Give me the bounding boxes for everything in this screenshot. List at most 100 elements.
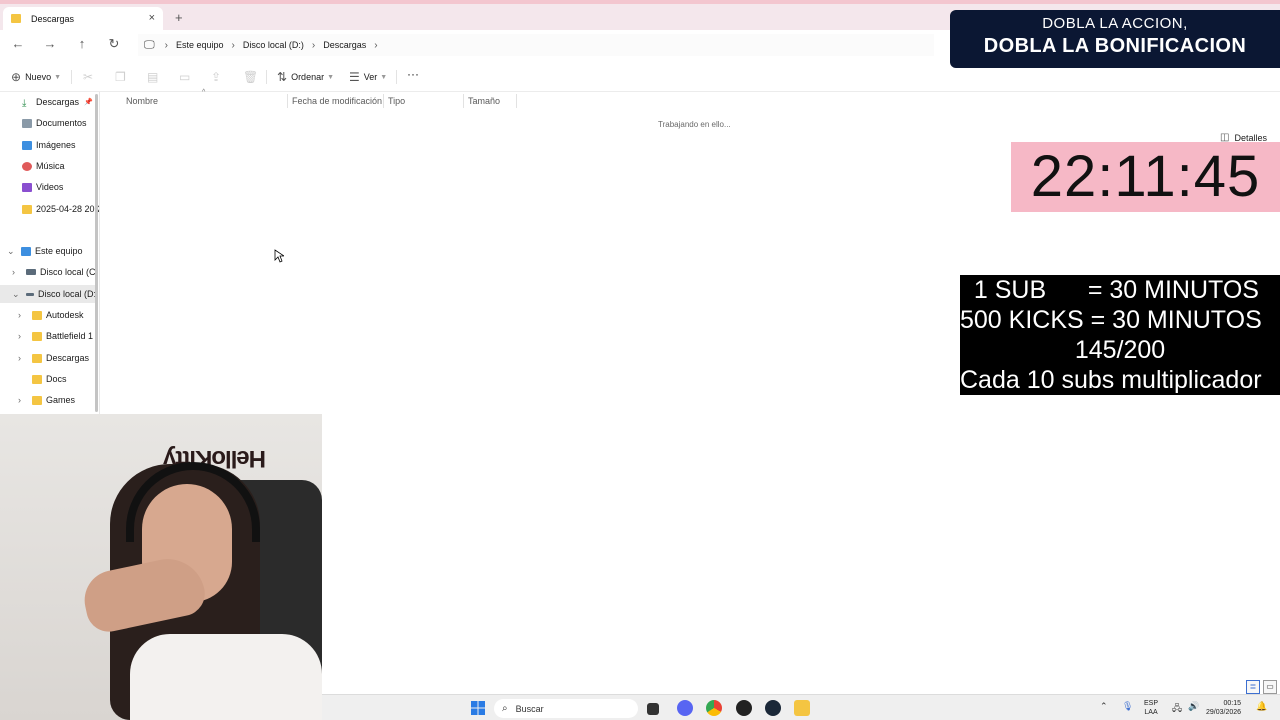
chevron-down-icon[interactable]: ⌄ bbox=[12, 289, 20, 300]
new-button[interactable]: ⊕ Nuevo ▼ bbox=[11, 70, 61, 84]
sidebar-item-disco-d[interactable]: ⌄ Disco local (D: bbox=[0, 285, 96, 303]
file-list[interactable]: ^ Nombre Fecha de modificación Tipo Tama… bbox=[104, 89, 960, 414]
sidebar-item-label: Descargas bbox=[46, 353, 90, 363]
sidebar-item-imagenes[interactable]: Imágenes bbox=[22, 136, 76, 154]
chevron-down-icon: ▼ bbox=[54, 73, 62, 81]
subathon-rules: 1 SUB = 30 MINUTOS 500 KICKS = 30 MINUTO… bbox=[960, 275, 1280, 395]
chevron-right-icon[interactable]: › bbox=[18, 331, 26, 341]
network-icon[interactable]: 🖧 bbox=[1172, 701, 1182, 717]
sidebar-item-documentos[interactable]: Documentos bbox=[22, 114, 87, 132]
chevron-down-icon[interactable]: ⌄ bbox=[7, 246, 15, 257]
subathon-timer: 22:11:45 bbox=[1011, 142, 1280, 212]
volume-icon[interactable]: 🔊 bbox=[1188, 701, 1199, 712]
rename-icon[interactable]: ▭ bbox=[179, 70, 190, 84]
paste-icon[interactable]: ▤ bbox=[147, 70, 158, 84]
notification-icon[interactable]: 🔔 bbox=[1256, 701, 1267, 712]
sidebar-item-games[interactable]: › Games bbox=[18, 391, 75, 409]
sidebar-scrollbar[interactable] bbox=[95, 94, 98, 412]
copy-icon[interactable]: ❐ bbox=[115, 70, 126, 84]
streamer-shirt bbox=[130, 634, 322, 720]
search-icon: ⌕ bbox=[502, 703, 508, 714]
column-divider[interactable] bbox=[463, 94, 464, 108]
chevron-right-icon[interactable]: › bbox=[374, 40, 377, 51]
tab-descargas[interactable]: Descargas × bbox=[3, 7, 163, 30]
sidebar-item-label: Docs bbox=[46, 374, 67, 384]
sidebar-item-descargas[interactable]: ⤓ Descargas 📌 bbox=[22, 93, 93, 111]
steam-icon[interactable] bbox=[765, 700, 781, 716]
column-divider[interactable] bbox=[383, 94, 384, 108]
chevron-right-icon[interactable]: › bbox=[12, 267, 20, 277]
sort-button[interactable]: ⇅ Ordenar ▼ bbox=[277, 70, 334, 84]
sidebar-item-descargas-folder[interactable]: › Descargas bbox=[18, 349, 89, 367]
breadcrumb-este-equipo[interactable]: Este equipo bbox=[176, 40, 224, 50]
delete-icon[interactable]: 🗑 bbox=[243, 70, 258, 84]
divider bbox=[396, 70, 397, 84]
sidebar-item-label: Este equipo bbox=[35, 246, 83, 256]
column-header-date[interactable]: Fecha de modificación bbox=[292, 96, 382, 106]
sidebar-item-autodesk[interactable]: › Autodesk bbox=[18, 306, 84, 324]
microphone-icon[interactable]: 🎙 bbox=[1122, 701, 1133, 712]
column-divider[interactable] bbox=[516, 94, 517, 108]
folder-icon bbox=[32, 374, 42, 384]
rule-line-sub: 1 SUB = 30 MINUTOS bbox=[960, 276, 1259, 304]
folder-icon bbox=[32, 310, 42, 320]
refresh-icon[interactable]: ↻ bbox=[105, 36, 123, 52]
task-view-icon[interactable] bbox=[647, 703, 659, 715]
language-indicator[interactable]: ESP LAA bbox=[1144, 699, 1158, 717]
sort-button-label: Ordenar bbox=[291, 72, 325, 82]
view-button[interactable]: ☰ Ver ▼ bbox=[349, 70, 387, 84]
sidebar-item-battlefield[interactable]: › Battlefield 1 bbox=[18, 327, 93, 345]
taskbar: ⌕ Buscar ⌃ 🎙 ESP LAA 🖧 🔊 00:15 29/03/202… bbox=[322, 694, 1280, 720]
monitor-icon[interactable]: 🖵 bbox=[144, 39, 155, 52]
breadcrumb-descargas[interactable]: Descargas bbox=[323, 40, 366, 50]
sidebar-item-videos[interactable]: Videos bbox=[22, 178, 63, 196]
chevron-right-icon[interactable]: › bbox=[312, 40, 315, 51]
discord-icon[interactable] bbox=[677, 700, 693, 716]
sidebar-item-disco-c[interactable]: › Disco local (C: bbox=[12, 263, 98, 281]
file-explorer-icon[interactable] bbox=[794, 700, 810, 716]
view-icon: ☰ bbox=[349, 70, 360, 84]
breadcrumb[interactable]: 🖵 › Este equipo › Disco local (D:) › Des… bbox=[138, 34, 934, 56]
sidebar-item-musica[interactable]: Música bbox=[22, 157, 65, 175]
column-divider[interactable] bbox=[287, 94, 288, 108]
system-clock[interactable]: 00:15 29/03/2026 bbox=[1206, 699, 1241, 717]
column-header-size[interactable]: Tamaño bbox=[468, 96, 500, 106]
sidebar-item-label: 2025-04-28 20.2 bbox=[36, 204, 100, 214]
column-header-type[interactable]: Tipo bbox=[388, 96, 405, 106]
chrome-icon[interactable] bbox=[706, 700, 722, 716]
chevron-down-icon: ▼ bbox=[327, 73, 335, 81]
tray-chevron-up-icon[interactable]: ⌃ bbox=[1100, 701, 1108, 712]
details-view-icon[interactable]: ≣ bbox=[1246, 680, 1260, 694]
taskbar-search[interactable]: ⌕ Buscar bbox=[494, 699, 638, 718]
obs-icon[interactable] bbox=[736, 700, 752, 716]
navigation-pane: ⤓ Descargas 📌 Documentos Imágenes Música… bbox=[0, 92, 100, 414]
sidebar-item-label: Disco local (D: bbox=[37, 289, 96, 299]
chevron-right-icon[interactable]: › bbox=[18, 310, 26, 320]
up-arrow-icon[interactable]: ↑ bbox=[73, 36, 91, 51]
close-tab-icon[interactable]: × bbox=[149, 12, 155, 24]
breadcrumb-disco-d[interactable]: Disco local (D:) bbox=[243, 40, 304, 50]
chevron-right-icon[interactable]: › bbox=[18, 353, 26, 363]
sidebar-item-label: Autodesk bbox=[46, 310, 84, 320]
chevron-right-icon[interactable]: › bbox=[232, 40, 235, 51]
drive-icon bbox=[25, 292, 34, 296]
back-arrow-icon[interactable]: ← bbox=[9, 36, 27, 51]
windows-start-icon[interactable] bbox=[470, 700, 486, 716]
videos-icon bbox=[22, 182, 32, 192]
more-options-icon[interactable]: ··· bbox=[407, 67, 419, 81]
sidebar-item-este-equipo[interactable]: ⌄ Este equipo bbox=[7, 242, 83, 260]
chevron-right-icon[interactable]: › bbox=[18, 395, 26, 405]
share-icon[interactable]: ⇪ bbox=[211, 70, 221, 84]
chevron-down-icon: ▼ bbox=[380, 73, 388, 81]
sidebar-item-docs[interactable]: Docs bbox=[18, 370, 67, 388]
tiles-view-icon[interactable]: ▭ bbox=[1263, 680, 1277, 694]
plus-circle-icon: ⊕ bbox=[11, 70, 22, 84]
sidebar-item-recent-folder[interactable]: 2025-04-28 20.2 bbox=[22, 200, 100, 218]
chevron-right-icon[interactable]: › bbox=[165, 40, 168, 51]
cut-icon[interactable]: ✂ bbox=[83, 70, 93, 84]
forward-arrow-icon[interactable]: → bbox=[41, 36, 59, 51]
new-tab-button[interactable]: + bbox=[175, 10, 183, 25]
sidebar-item-label: Disco local (C: bbox=[40, 267, 99, 277]
rule-line-multiplier: Cada 10 subs multiplicador bbox=[960, 366, 1262, 394]
column-header-name[interactable]: Nombre bbox=[126, 96, 158, 106]
